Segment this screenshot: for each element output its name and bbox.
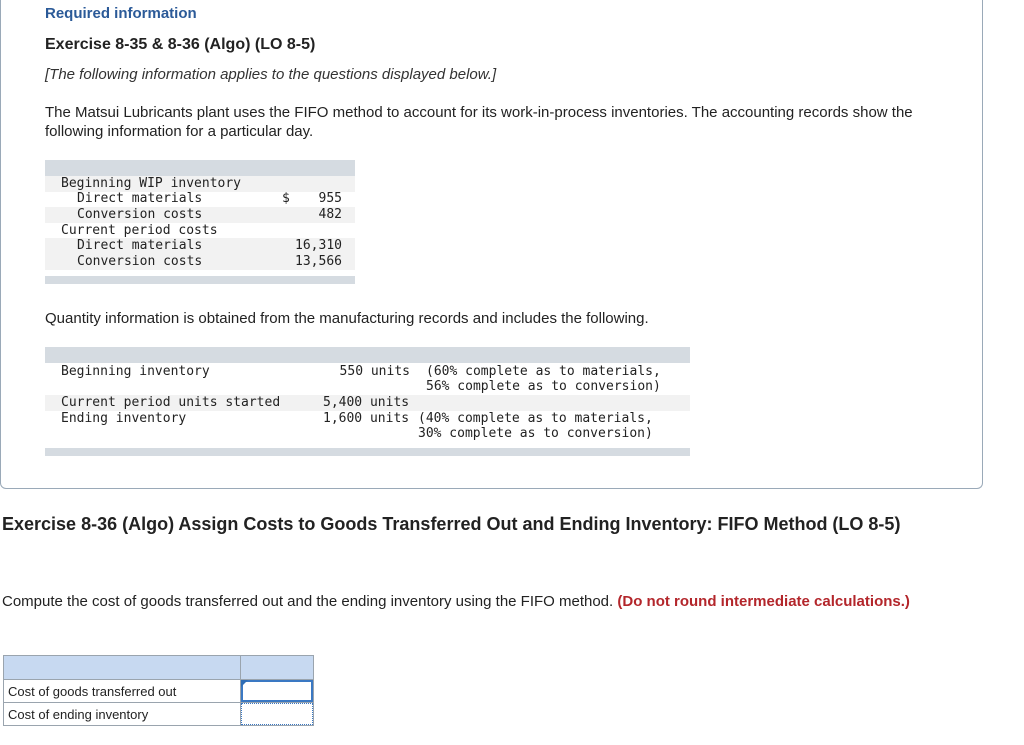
cost-row-label: Conversion costs bbox=[77, 254, 203, 269]
intro-paragraph: The Matsui Lubricants plant uses the FIF… bbox=[45, 104, 913, 140]
qty-row-label: Current period units started bbox=[61, 395, 281, 410]
header-cell bbox=[240, 655, 314, 680]
qty-row-label: Ending inventory bbox=[61, 411, 187, 426]
currency-symbol: $ bbox=[282, 191, 290, 206]
quantity-table-footer-bar bbox=[45, 448, 690, 456]
qty-note: 30% complete as to conversion) bbox=[418, 426, 653, 441]
input-box[interactable] bbox=[241, 703, 313, 725]
cost-table-footer-bar bbox=[45, 276, 355, 284]
cost-value: 13,566 bbox=[295, 254, 342, 269]
input-box[interactable] bbox=[241, 680, 313, 702]
cost-transferred-out-input[interactable] bbox=[240, 679, 314, 703]
cost-row-label: Conversion costs bbox=[77, 207, 203, 222]
exercise-title: Exercise 8-35 & 8-36 (Algo) (LO 8-5) bbox=[45, 36, 316, 53]
table-row: Cost of goods transferred out bbox=[3, 679, 314, 703]
answer-table-header bbox=[3, 655, 314, 680]
qty-note: 56% complete as to conversion) bbox=[426, 379, 661, 394]
applies-note: [The following information applies to th… bbox=[45, 66, 497, 83]
cost-value: 955 bbox=[318, 191, 342, 206]
cost-ending-inventory-input[interactable] bbox=[240, 702, 314, 726]
answer-row-label: Cost of ending inventory bbox=[3, 702, 241, 726]
qty-value: 1,600 units bbox=[323, 411, 410, 426]
cost-row-label: Current period costs bbox=[61, 223, 218, 238]
quantity-intro: Quantity information is obtained from th… bbox=[45, 310, 649, 327]
instruction-paragraph: Compute the cost of goods transferred ou… bbox=[2, 592, 962, 611]
required-information-label: Required information bbox=[45, 5, 197, 22]
qty-note: (40% complete as to materials, bbox=[418, 411, 653, 426]
exercise-8-36-title: Exercise 8-36 (Algo) Assign Costs to Goo… bbox=[2, 514, 901, 534]
cost-row-label: Direct materials bbox=[77, 238, 203, 253]
quantity-table-header-bar bbox=[45, 347, 690, 363]
cost-value: 482 bbox=[318, 207, 342, 222]
instruction-emphasis: (Do not round intermediate calculations.… bbox=[617, 593, 910, 610]
qty-value: 5,400 units bbox=[323, 395, 410, 410]
header-cell bbox=[3, 655, 241, 680]
cost-value: 16,310 bbox=[295, 238, 342, 253]
qty-note: (60% complete as to materials, bbox=[426, 364, 661, 379]
instruction-text: Compute the cost of goods transferred ou… bbox=[2, 593, 614, 610]
qty-value: 550 units bbox=[339, 364, 410, 379]
cost-row-label: Beginning WIP inventory bbox=[61, 176, 242, 191]
table-row: Cost of ending inventory bbox=[3, 702, 314, 726]
active-cell-flag-icon bbox=[241, 680, 248, 687]
cost-row-label: Direct materials bbox=[77, 191, 203, 206]
qty-row-label: Beginning inventory bbox=[61, 364, 210, 379]
answer-row-label: Cost of goods transferred out bbox=[3, 679, 241, 703]
answer-table: Cost of goods transferred out Cost of en… bbox=[3, 655, 314, 726]
cost-table-header-bar bbox=[45, 160, 355, 176]
